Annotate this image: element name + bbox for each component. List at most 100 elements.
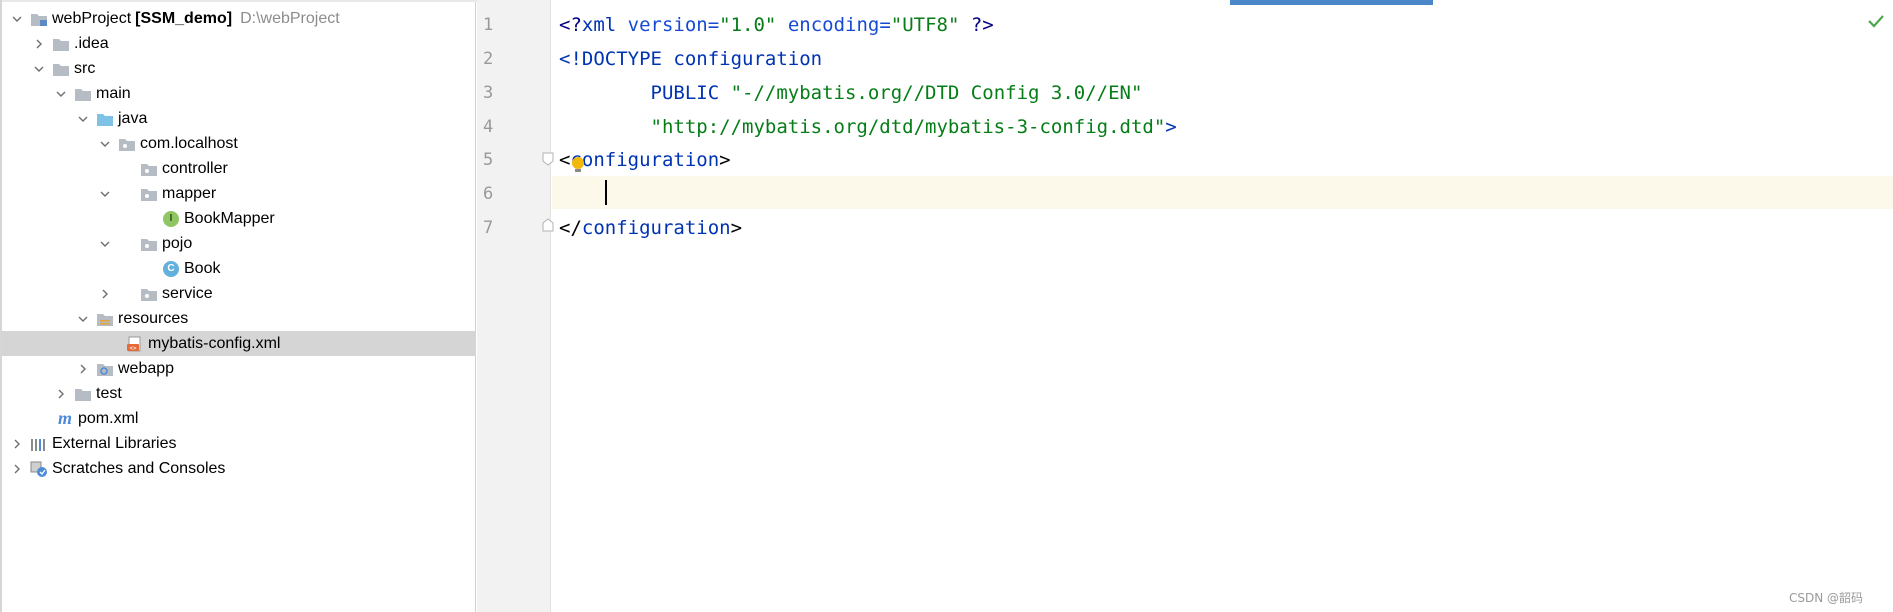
tree-item-label: mapper bbox=[162, 184, 217, 202]
code-line-2[interactable]: <!DOCTYPE configuration bbox=[559, 42, 822, 76]
code-line-3[interactable]: PUBLIC "-//mybatis.org//DTD Config 3.0//… bbox=[559, 76, 1143, 110]
tree-node-webapp[interactable]: webapp bbox=[2, 356, 476, 381]
tree-item-label: mybatis-config.xml bbox=[148, 334, 281, 352]
code-token: encoding= bbox=[776, 14, 891, 36]
code-token: "http://mybatis.org/dtd/mybatis-3-config… bbox=[650, 116, 1166, 138]
chevron-right-icon[interactable] bbox=[6, 456, 28, 481]
code-token: "UTF8" bbox=[890, 14, 960, 36]
tree-node-pom[interactable]: m pom.xml bbox=[2, 406, 476, 431]
code-token: > bbox=[719, 149, 731, 171]
chevron-down-icon[interactable] bbox=[94, 231, 116, 256]
project-name: webProject bbox=[52, 9, 132, 27]
line-number: 7 bbox=[483, 218, 494, 238]
chevron-right-icon[interactable] bbox=[72, 356, 94, 381]
code-token: version= bbox=[616, 14, 720, 36]
tree-item-label: main bbox=[96, 84, 131, 102]
tree-node-service[interactable]: service bbox=[2, 281, 476, 306]
tree-node-bookmapper[interactable]: I BookMapper bbox=[2, 206, 476, 231]
xml-file-icon: <> bbox=[124, 334, 146, 354]
lightbulb-icon[interactable] bbox=[570, 156, 586, 174]
class-badge: C bbox=[163, 260, 179, 277]
tree-item-label: java bbox=[118, 109, 148, 127]
interface-icon: I bbox=[160, 209, 182, 229]
tree-item-label: Scratches and Consoles bbox=[52, 459, 226, 477]
class-icon: C bbox=[160, 259, 182, 279]
tree-item-label: External Libraries bbox=[52, 434, 177, 452]
tree-node-src[interactable]: src bbox=[2, 56, 476, 81]
package-icon bbox=[138, 234, 160, 254]
project-path: D:\webProject bbox=[240, 9, 340, 27]
code-token: > bbox=[730, 217, 743, 239]
code-editor[interactable]: 1 2 3 4 5 6 7 <?xml version="1.0" encodi… bbox=[477, 0, 1893, 612]
chevron-down-icon[interactable] bbox=[28, 56, 50, 81]
maven-badge: m bbox=[57, 408, 72, 428]
line-number: 1 bbox=[483, 15, 494, 35]
tree-node-com-localhost[interactable]: com.localhost bbox=[2, 131, 476, 156]
code-token: configuration bbox=[581, 217, 731, 239]
watermark: CSDN @韶码 bbox=[1788, 591, 1863, 605]
fold-marker-icon[interactable] bbox=[542, 218, 554, 232]
package-icon bbox=[138, 184, 160, 204]
tree-node-book[interactable]: C Book bbox=[2, 256, 476, 281]
scratches-icon bbox=[28, 459, 50, 479]
tree-item-label: webapp bbox=[118, 359, 175, 377]
chevron-down-icon[interactable] bbox=[50, 81, 72, 106]
tree-node-mybatis-config[interactable]: <> mybatis-config.xml bbox=[2, 331, 476, 356]
line-number: 5 bbox=[483, 150, 494, 170]
tree-top-rule bbox=[2, 0, 478, 2]
code-token: configuration bbox=[661, 48, 823, 70]
line-number: 3 bbox=[483, 83, 494, 103]
tree-item-label: pom.xml bbox=[78, 409, 139, 427]
tree-node-java[interactable]: java bbox=[2, 106, 476, 131]
tree-item-label: test bbox=[96, 384, 122, 402]
interface-badge: I bbox=[163, 210, 179, 227]
tree-node-controller[interactable]: controller bbox=[2, 156, 476, 181]
tree-node-main[interactable]: main bbox=[2, 81, 476, 106]
chevron-right-icon[interactable] bbox=[28, 31, 50, 56]
tree-item-label: .idea bbox=[74, 34, 109, 52]
chevron-right-icon[interactable] bbox=[50, 381, 72, 406]
code-token: configuration bbox=[570, 149, 720, 171]
tree-node-resources[interactable]: resources bbox=[2, 306, 476, 331]
code-token: PUBLIC bbox=[559, 82, 731, 104]
line-number: 6 bbox=[483, 184, 494, 204]
current-line-highlight bbox=[552, 176, 1893, 209]
tree-node-idea[interactable]: .idea bbox=[2, 31, 476, 56]
project-tree-panel: webProject [SSM_demo] D:\webProject .ide… bbox=[0, 0, 478, 612]
chevron-down-icon[interactable] bbox=[72, 106, 94, 131]
module-name: [SSM_demo] bbox=[135, 9, 233, 27]
tree-node-webproject[interactable]: webProject [SSM_demo] D:\webProject bbox=[2, 6, 476, 31]
source-folder-icon bbox=[94, 109, 116, 129]
tree-item-label: Book bbox=[184, 259, 221, 277]
web-folder-icon bbox=[94, 359, 116, 379]
tree-node-pojo[interactable]: pojo bbox=[2, 231, 476, 256]
code-token: "-//mybatis.org//DTD Config 3.0//EN" bbox=[730, 82, 1143, 104]
chevron-down-icon[interactable] bbox=[94, 131, 116, 156]
tree-item-label: src bbox=[74, 59, 96, 77]
chevron-right-icon[interactable] bbox=[6, 431, 28, 456]
package-icon bbox=[138, 284, 160, 304]
chevron-right-icon[interactable] bbox=[94, 281, 116, 306]
check-icon[interactable] bbox=[1867, 13, 1885, 29]
tree-node-mapper[interactable]: mapper bbox=[2, 181, 476, 206]
folder-icon bbox=[72, 84, 94, 104]
folder-icon bbox=[50, 59, 72, 79]
code-token: "1.0" bbox=[719, 14, 777, 36]
module-folder-icon bbox=[28, 9, 50, 29]
maven-icon: m bbox=[54, 408, 76, 429]
active-tab-indicator bbox=[1230, 0, 1433, 5]
tree-node-external-libraries[interactable]: External Libraries bbox=[2, 431, 476, 456]
fold-marker-icon[interactable] bbox=[542, 152, 554, 166]
code-token: < bbox=[559, 149, 571, 171]
code-line-1[interactable]: <?xml version="1.0" encoding="UTF8" ?> bbox=[559, 8, 994, 42]
resources-folder-icon bbox=[94, 309, 116, 329]
chevron-down-icon[interactable] bbox=[6, 6, 28, 31]
code-line-7[interactable]: </configuration> bbox=[559, 211, 742, 245]
code-token: <! bbox=[559, 48, 582, 70]
tree-node-scratches[interactable]: Scratches and Consoles bbox=[2, 456, 476, 481]
svg-text:<>: <> bbox=[129, 345, 137, 352]
tree-node-test[interactable]: test bbox=[2, 381, 476, 406]
chevron-down-icon[interactable] bbox=[72, 306, 94, 331]
code-line-4[interactable]: "http://mybatis.org/dtd/mybatis-3-config… bbox=[559, 110, 1177, 144]
chevron-down-icon[interactable] bbox=[94, 181, 116, 206]
